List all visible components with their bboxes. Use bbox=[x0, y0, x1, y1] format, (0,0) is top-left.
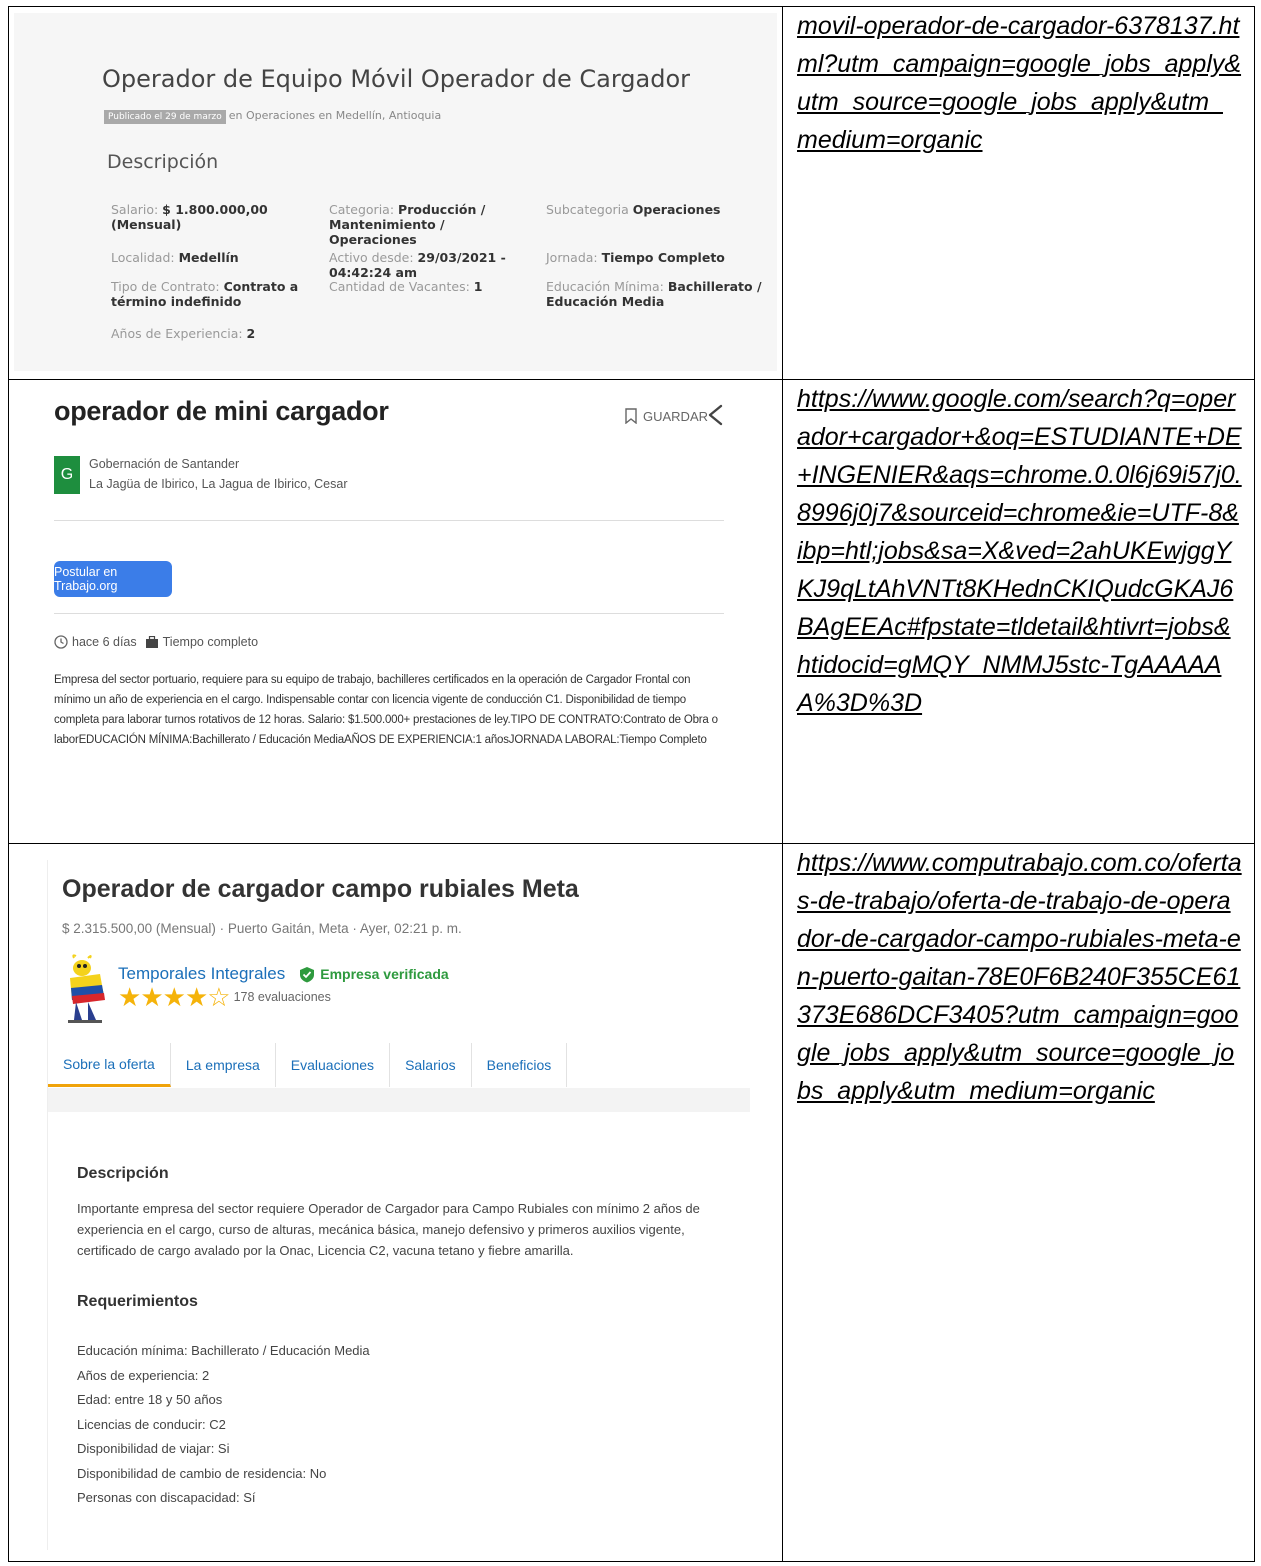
save-label: GUARDAR bbox=[643, 408, 709, 424]
company-row: Temporales Integrales Empresa verificada bbox=[118, 964, 449, 984]
job-title: Operador de cargador campo rubiales Meta bbox=[62, 875, 579, 903]
field-experience: Años de Experiencia: 2 bbox=[111, 326, 256, 341]
document-table: Operador de Equipo Móvil Operador de Car… bbox=[8, 6, 1255, 1562]
job-title: Operador de Equipo Móvil Operador de Car… bbox=[102, 65, 691, 93]
job-listing-screenshot-2: operador de mini cargador GUARDAR G Gobe… bbox=[47, 388, 747, 828]
published-location: en Operaciones en Medellín, Antioquia bbox=[228, 109, 442, 122]
job-description: Empresa del sector portuario, requiere p… bbox=[54, 674, 718, 746]
list-item: Educación mínima: Bachillerato / Educaci… bbox=[77, 1343, 370, 1358]
field-active-since: Activo desde: 29/03/2021 - 04:42:24 am bbox=[329, 250, 506, 280]
posted-time: hace 6 días bbox=[72, 635, 137, 649]
share-icon[interactable] bbox=[707, 404, 723, 426]
table-row: Operador de Equipo Móvil Operador de Car… bbox=[8, 6, 1255, 380]
description-heading: Descripción bbox=[77, 1165, 169, 1182]
field-category: Categoria: Producción / Mantenimiento / … bbox=[329, 202, 486, 247]
tab-separator-band bbox=[48, 1088, 750, 1112]
table-row: Operador de cargador campo rubiales Meta… bbox=[8, 843, 1255, 1562]
tab-salarios[interactable]: Salarios bbox=[390, 1043, 472, 1087]
company-name: Gobernación de Santander bbox=[89, 457, 240, 471]
company-name-link[interactable]: Temporales Integrales bbox=[118, 964, 285, 984]
company-logo: G bbox=[54, 456, 80, 494]
url-cell: movil-operador-de-cargador-6378137.html?… bbox=[782, 6, 1255, 380]
company-mascot-logo bbox=[60, 954, 110, 1026]
company-info: Gobernación de Santander La Jagüa de Ibi… bbox=[89, 454, 348, 494]
tab-beneficios[interactable]: Beneficios bbox=[472, 1043, 568, 1087]
job-summary-line: $ 2.315.500,00 (Mensual) · Puerto Gaitán… bbox=[62, 921, 462, 936]
screenshot-cell: operador de mini cargador GUARDAR G Gobe… bbox=[8, 379, 783, 844]
star-outline-icon: ☆ bbox=[207, 982, 230, 1012]
job-title: operador de mini cargador bbox=[54, 396, 389, 426]
tab-sobre-la-oferta[interactable]: Sobre la oferta bbox=[48, 1043, 171, 1087]
verified-badge: Empresa verificada bbox=[299, 966, 449, 983]
requirements-heading: Requerimientos bbox=[77, 1293, 198, 1310]
clock-icon bbox=[54, 635, 68, 649]
list-item: Personas con discapacidad: Sí bbox=[77, 1490, 256, 1505]
description-text: Importante empresa del sector requiere O… bbox=[77, 1201, 700, 1258]
field-min-education: Educación Mínima: Bachillerato / Educaci… bbox=[546, 279, 762, 309]
rating: ★ ★ ★ ★ ☆ 178 evaluaciones bbox=[118, 984, 331, 1010]
field-schedule: Jornada: Tiempo Completo bbox=[546, 250, 725, 265]
url-cell: https://www.google.com/search?q=operador… bbox=[782, 379, 1255, 844]
requirements-list: Educación mínima: Bachillerato / Educaci… bbox=[77, 1339, 370, 1511]
tab-la-empresa[interactable]: La empresa bbox=[171, 1043, 276, 1087]
list-item: Años de experiencia: 2 bbox=[77, 1367, 210, 1383]
screenshot-cell: Operador de cargador campo rubiales Meta… bbox=[8, 843, 783, 1562]
source-link[interactable]: movil-operador-de-cargador-6378137.html?… bbox=[783, 7, 1254, 159]
job-location: La Jagüa de Ibirico, La Jagua de Ibirico… bbox=[89, 477, 348, 491]
review-count: 178 evaluaciones bbox=[233, 990, 331, 1004]
published-badge: Publicado el 29 de marzo bbox=[104, 110, 226, 124]
star-icon: ★ bbox=[184, 982, 208, 1012]
apply-button[interactable]: Postular en Trabajo.org bbox=[54, 561, 172, 597]
star-icon: ★ bbox=[162, 982, 186, 1012]
table-row: operador de mini cargador GUARDAR G Gobe… bbox=[8, 379, 1255, 844]
divider bbox=[54, 613, 724, 614]
job-listing-screenshot-1: Operador de Equipo Móvil Operador de Car… bbox=[14, 13, 777, 371]
briefcase-icon bbox=[145, 635, 158, 648]
list-item: Disponibilidad de viajar: Si bbox=[77, 1441, 230, 1456]
tab-bar: Sobre la oferta La empresa Evaluaciones … bbox=[48, 1043, 568, 1087]
source-link[interactable]: https://www.computrabajo.com.co/ofertas-… bbox=[783, 844, 1254, 1110]
field-salary: Salario: $ 1.800.000,00 (Mensual) bbox=[111, 202, 268, 232]
field-contract-type: Tipo de Contrato: Contrato a término ind… bbox=[111, 279, 299, 309]
verified-label: Empresa verificada bbox=[320, 966, 449, 982]
section-heading: Descripción bbox=[107, 151, 219, 173]
published-line: Publicado el 29 de marzo en Operaciones e… bbox=[104, 109, 442, 124]
bookmark-icon bbox=[625, 408, 637, 424]
job-meta: hace 6 días Tiempo completo bbox=[54, 635, 258, 649]
url-cell: https://www.computrabajo.com.co/ofertas-… bbox=[782, 843, 1255, 1562]
verified-shield-icon bbox=[300, 966, 315, 982]
job-listing-screenshot-3: Operador de cargador campo rubiales Meta… bbox=[47, 860, 750, 1550]
star-icon: ★ bbox=[140, 982, 163, 1012]
screenshot-cell: Operador de Equipo Móvil Operador de Car… bbox=[8, 6, 783, 380]
list-item: Licencias de conducir: C2 bbox=[77, 1416, 226, 1432]
divider bbox=[54, 520, 724, 521]
field-vacancies: Cantidad de Vacantes: 1 bbox=[329, 279, 483, 294]
field-location: Localidad: Medellín bbox=[111, 250, 239, 265]
job-type: Tiempo completo bbox=[162, 635, 259, 649]
field-subcategory: Subcategoria Operaciones bbox=[546, 202, 721, 217]
list-item: Edad: entre 18 y 50 años bbox=[77, 1392, 223, 1407]
tab-evaluaciones[interactable]: Evaluaciones bbox=[276, 1043, 391, 1087]
source-link[interactable]: https://www.google.com/search?q=operador… bbox=[783, 380, 1254, 722]
list-item: Disponibilidad de cambio de residencia: … bbox=[77, 1465, 327, 1481]
save-button[interactable]: GUARDAR bbox=[625, 408, 708, 424]
star-icon: ★ bbox=[118, 982, 141, 1012]
